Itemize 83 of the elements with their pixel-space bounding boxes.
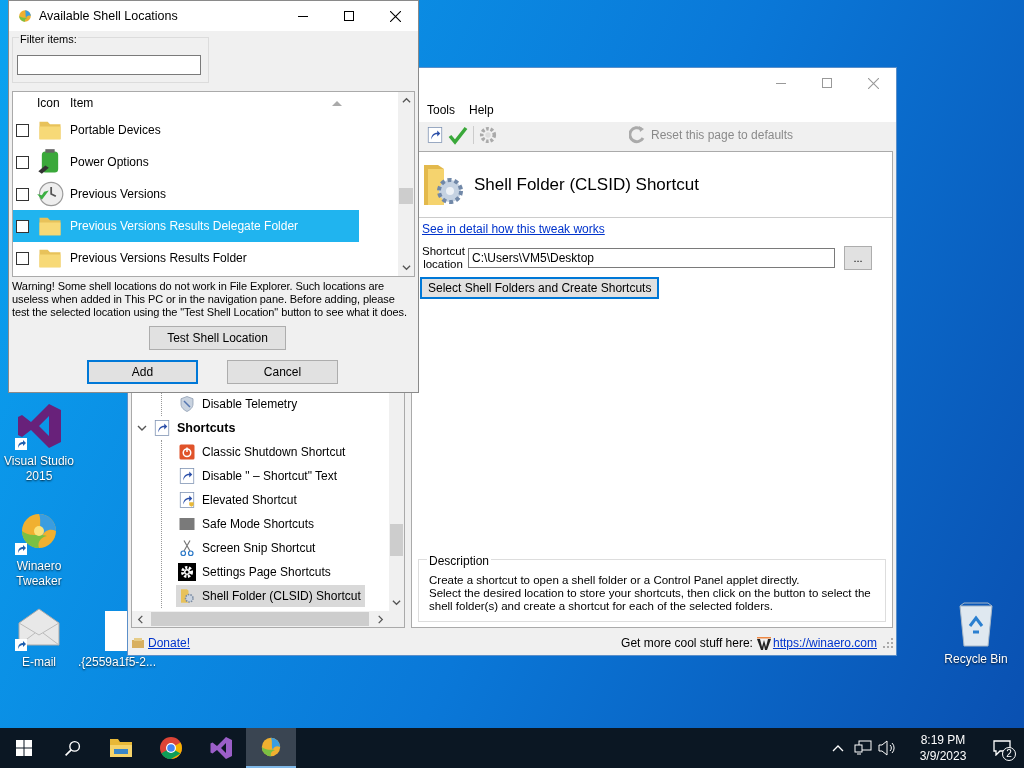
column-header[interactable]: Icon [37, 94, 70, 112]
checkmark-icon [448, 125, 468, 145]
clock-icon [36, 180, 64, 208]
gear-icon [178, 563, 196, 581]
create-shortcuts-button[interactable]: Select Shell Folders and Create Shortcuts [420, 277, 660, 299]
donate-link[interactable]: Donate! [148, 634, 191, 652]
list-row[interactable]: Previous Versions Results Folder [13, 242, 359, 274]
w-logo-icon [756, 636, 771, 650]
power-button-icon [178, 443, 196, 461]
filter-field[interactable] [17, 55, 201, 75]
list-row[interactable]: Power Options [13, 146, 359, 178]
scissors-icon [178, 539, 196, 557]
tree-item[interactable]: Safe Mode Shortcuts [176, 513, 319, 535]
location-field[interactable]: C:\Users\VM5\Desktop [468, 248, 835, 268]
page-title: Shell Folder (CLSID) Shortcut [474, 173, 699, 196]
chevron-up-icon [401, 96, 411, 105]
folder-icon [109, 737, 133, 759]
shield-icon [178, 395, 196, 413]
scroll-thumb[interactable] [399, 188, 413, 204]
visual-studio-icon [209, 736, 233, 760]
detail-link[interactable]: See in detail how this tweak works [422, 222, 605, 236]
chevron-down-icon [401, 263, 411, 272]
scroll-thumb[interactable] [390, 524, 403, 556]
folder-gear-icon [178, 587, 196, 605]
swirl-icon [260, 736, 282, 758]
search-icon [63, 739, 81, 757]
tree-item[interactable]: Elevated Shortcut [176, 489, 301, 511]
dialog-button[interactable]: Add [87, 360, 198, 384]
tree-item[interactable]: Disable Telemetry [176, 393, 302, 415]
network-icon [854, 740, 872, 756]
visual-studio-icon [15, 402, 63, 450]
promo-text: Get more cool stuff here: [621, 635, 753, 652]
tree-item[interactable]: Shortcuts [153, 418, 236, 438]
desktop-icon-label[interactable]: Recycle Bin [944, 652, 1008, 667]
list-row[interactable]: Previous Versions [13, 178, 359, 210]
resize-grip-icon [883, 638, 893, 648]
square-icon [178, 515, 196, 533]
window-title: Available Shell Locations [39, 7, 179, 25]
blank-file-icon [105, 611, 129, 651]
gear-icon [479, 126, 497, 144]
chrome-icon [159, 736, 183, 760]
chevron-down-icon [392, 598, 401, 607]
undo-arrow-icon [629, 126, 645, 144]
chevron-right-icon [376, 614, 385, 624]
sort-up-icon [332, 100, 342, 106]
tree-item[interactable]: Disable " – Shortcut" Text [176, 465, 342, 487]
description-text: Select the desired location to store your shortcuts, then click on the button to select the shell folder(s) and create a shortcut for each of the selected folders. [429, 587, 872, 613]
checkbox[interactable] [16, 251, 29, 265]
chevron-left-icon [136, 614, 145, 624]
browse-button[interactable]: ... [844, 246, 872, 270]
website-link[interactable]: https://winaero.com [772, 634, 877, 652]
menu-item[interactable]: Help [463, 101, 500, 119]
scrollbar[interactable] [398, 92, 414, 276]
money-box-icon [131, 637, 145, 649]
scrollbar[interactable] [132, 611, 404, 627]
field-label: Shortcut location [422, 245, 464, 271]
checkbox[interactable] [16, 123, 29, 137]
close-icon [867, 77, 879, 89]
tree-item[interactable]: Screen Snip Shortcut [176, 537, 320, 559]
close-icon [389, 10, 401, 22]
clock[interactable]: 8:19 PM 3/9/2023 [906, 732, 980, 764]
swirl-icon [18, 9, 32, 23]
windows-logo-icon [16, 740, 32, 756]
checkbox[interactable] [16, 219, 29, 233]
warning-text: Warning! Some shell locations do not work in File Explorer. Such locations are useless when added in This PC or in the navigation pane. Before adding, please test the selected location using the "Test Shell Location" button to see what it does. [12, 280, 408, 319]
checkbox[interactable] [16, 155, 29, 169]
tree-item[interactable]: Settings Page Shortcuts [176, 561, 335, 583]
speaker-icon [878, 740, 896, 756]
desktop-icon-label[interactable]: .{2559a1f5-2... [77, 655, 157, 670]
message-icon [993, 740, 1011, 756]
test-location-button[interactable]: Test Shell Location [149, 326, 286, 350]
notification-button[interactable]: 2 [980, 728, 1024, 768]
tree-item[interactable]: Classic Shutdown Shortcut [176, 441, 350, 463]
checkbox[interactable] [16, 187, 29, 201]
scroll-thumb[interactable] [151, 612, 369, 626]
description-text: Create a shortcut to open a shell folder or a Control Panel applet directly. [429, 574, 801, 587]
menu-item[interactable]: Tools [421, 101, 461, 119]
tree-item[interactable]: Shell Folder (CLSID) Shortcut [176, 585, 365, 607]
chevron-up-icon [832, 744, 844, 752]
dialog-button[interactable]: Cancel [227, 360, 338, 384]
column-header[interactable]: Item [70, 94, 345, 112]
shortcut-shield-icon [178, 491, 196, 509]
list-row[interactable]: Portable Devices [13, 114, 359, 146]
